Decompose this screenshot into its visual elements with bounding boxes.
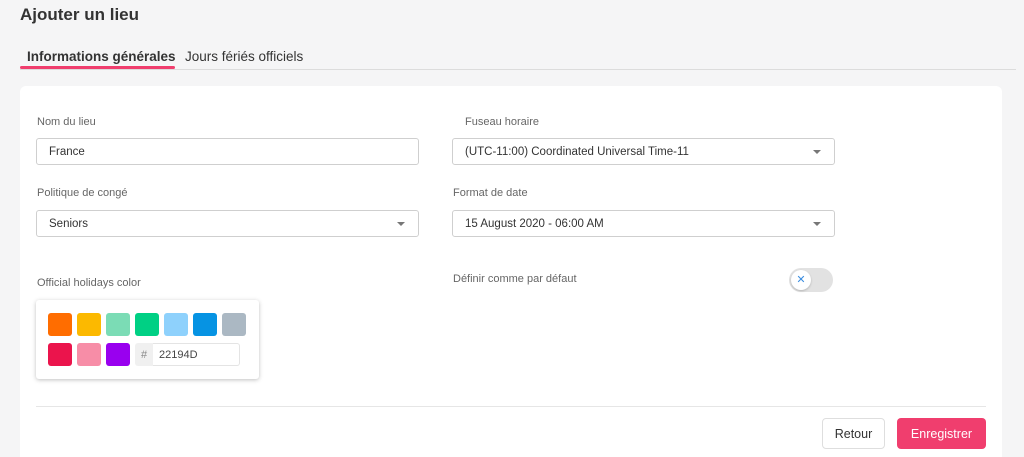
timezone-label: Fuseau horaire bbox=[465, 116, 539, 128]
date-format-select[interactable]: 15 August 2020 - 06:00 AM bbox=[452, 210, 835, 237]
location-name-label: Nom du lieu bbox=[37, 116, 96, 128]
page-title: Ajouter un lieu bbox=[20, 5, 139, 24]
timezone-select[interactable]: (UTC-11:00) Coordinated Universal Time-1… bbox=[452, 138, 835, 165]
color-swatch[interactable] bbox=[106, 343, 130, 366]
location-name-input[interactable]: France bbox=[36, 138, 419, 165]
leave-policy-value: Seniors bbox=[49, 217, 88, 230]
color-swatch[interactable] bbox=[48, 313, 72, 336]
color-swatch[interactable] bbox=[135, 313, 159, 336]
footer-divider bbox=[36, 406, 986, 407]
hash-prefix: # bbox=[135, 343, 153, 366]
color-swatch[interactable] bbox=[77, 313, 101, 336]
color-swatch[interactable] bbox=[77, 343, 101, 366]
leave-policy-select[interactable]: Seniors bbox=[36, 210, 419, 237]
active-tab-underline bbox=[20, 66, 175, 69]
chevron-down-icon bbox=[813, 150, 821, 154]
back-button[interactable]: Retour bbox=[822, 418, 885, 449]
color-picker: # 22194D bbox=[36, 300, 259, 379]
form-card: Nom du lieu France Fuseau horaire (UTC-1… bbox=[20, 86, 1002, 457]
color-swatch[interactable] bbox=[193, 313, 217, 336]
timezone-value: (UTC-11:00) Coordinated Universal Time-1… bbox=[465, 145, 689, 158]
location-name-value: France bbox=[49, 145, 85, 158]
color-swatch[interactable] bbox=[164, 313, 188, 336]
tab-bar: Informations générales Jours fériés offi… bbox=[20, 40, 1016, 70]
hex-color-input[interactable]: 22194D bbox=[153, 343, 240, 366]
chevron-down-icon bbox=[813, 222, 821, 226]
chevron-down-icon bbox=[397, 222, 405, 226]
date-format-value: 15 August 2020 - 06:00 AM bbox=[465, 217, 604, 230]
holiday-color-label: Official holidays color bbox=[37, 277, 141, 289]
close-icon: ✕ bbox=[791, 270, 811, 290]
tab-general-info[interactable]: Informations générales bbox=[27, 49, 176, 64]
set-default-label: Définir comme par défaut bbox=[453, 273, 577, 285]
save-button[interactable]: Enregistrer bbox=[897, 418, 986, 449]
tab-official-holidays[interactable]: Jours fériés officiels bbox=[185, 49, 303, 64]
color-swatch[interactable] bbox=[48, 343, 72, 366]
color-swatch[interactable] bbox=[106, 313, 130, 336]
leave-policy-label: Politique de congé bbox=[37, 187, 128, 199]
date-format-label: Format de date bbox=[453, 187, 528, 199]
set-default-toggle[interactable]: ✕ bbox=[789, 268, 833, 292]
color-swatch[interactable] bbox=[222, 313, 246, 336]
